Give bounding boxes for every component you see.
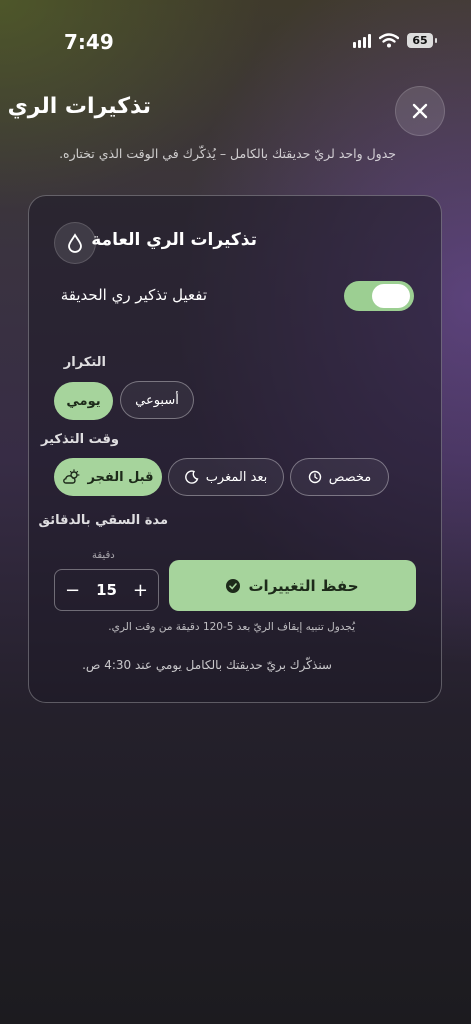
battery-icon: 65	[407, 33, 437, 48]
moon-icon	[184, 470, 199, 484]
wifi-icon	[379, 33, 399, 48]
battery-level: 65	[412, 34, 428, 47]
page-title: تذكيرات الري	[7, 94, 151, 119]
time-before-dawn-label: قبل الفجر	[87, 469, 154, 485]
time-after-maghrib[interactable]: بعد المغرب	[168, 458, 284, 496]
toggle-knob	[372, 284, 410, 308]
time-custom-label: مخصص	[328, 469, 372, 485]
schedule-summary: سنذكّرك بريّ حديقتك بالكامل يومي عند 4:3…	[82, 658, 332, 672]
close-button[interactable]	[395, 86, 445, 136]
cloud-sun-icon	[63, 469, 80, 484]
status-icons: 65	[353, 33, 437, 48]
frequency-label: التكرار	[63, 355, 106, 370]
water-drop-icon	[54, 222, 96, 264]
duration-unit: دقيقة	[92, 550, 115, 561]
enable-reminder-label: تفعيل تذكير ري الحديقة	[60, 286, 207, 304]
time-after-maghrib-label: بعد المغرب	[205, 469, 268, 485]
page-subtitle: جدول واحد لريّ حديقتك بالكامل – يُذكّرك …	[59, 146, 396, 161]
increment-button[interactable]: +	[133, 580, 148, 601]
decrement-button[interactable]: −	[65, 580, 80, 601]
save-button-label: حفظ التغييرات	[248, 576, 359, 595]
reminder-time-label: وقت التذكير	[41, 432, 119, 447]
frequency-weekly[interactable]: أسبوعي	[120, 381, 194, 419]
duration-label: مدة السقي بالدقائق	[38, 513, 168, 528]
enable-reminder-toggle[interactable]	[344, 281, 414, 311]
duration-hint: يُجدول تنبيه إيقاف الريّ بعد 5-120 دقيقة…	[108, 621, 355, 633]
duration-stepper: − 15 +	[54, 569, 159, 611]
time-custom[interactable]: مخصص	[290, 458, 389, 496]
signal-icon	[353, 33, 371, 48]
card-title: تذكيرات الري العامة	[91, 230, 257, 250]
close-icon	[412, 103, 428, 119]
time-before-dawn[interactable]: قبل الفجر	[54, 458, 162, 496]
clock-icon	[308, 470, 321, 484]
status-time: 7:49	[64, 30, 114, 54]
check-icon	[226, 578, 241, 593]
frequency-daily[interactable]: يومي	[54, 382, 113, 420]
duration-value[interactable]: 15	[96, 581, 117, 599]
save-button[interactable]: حفظ التغييرات	[169, 560, 416, 611]
